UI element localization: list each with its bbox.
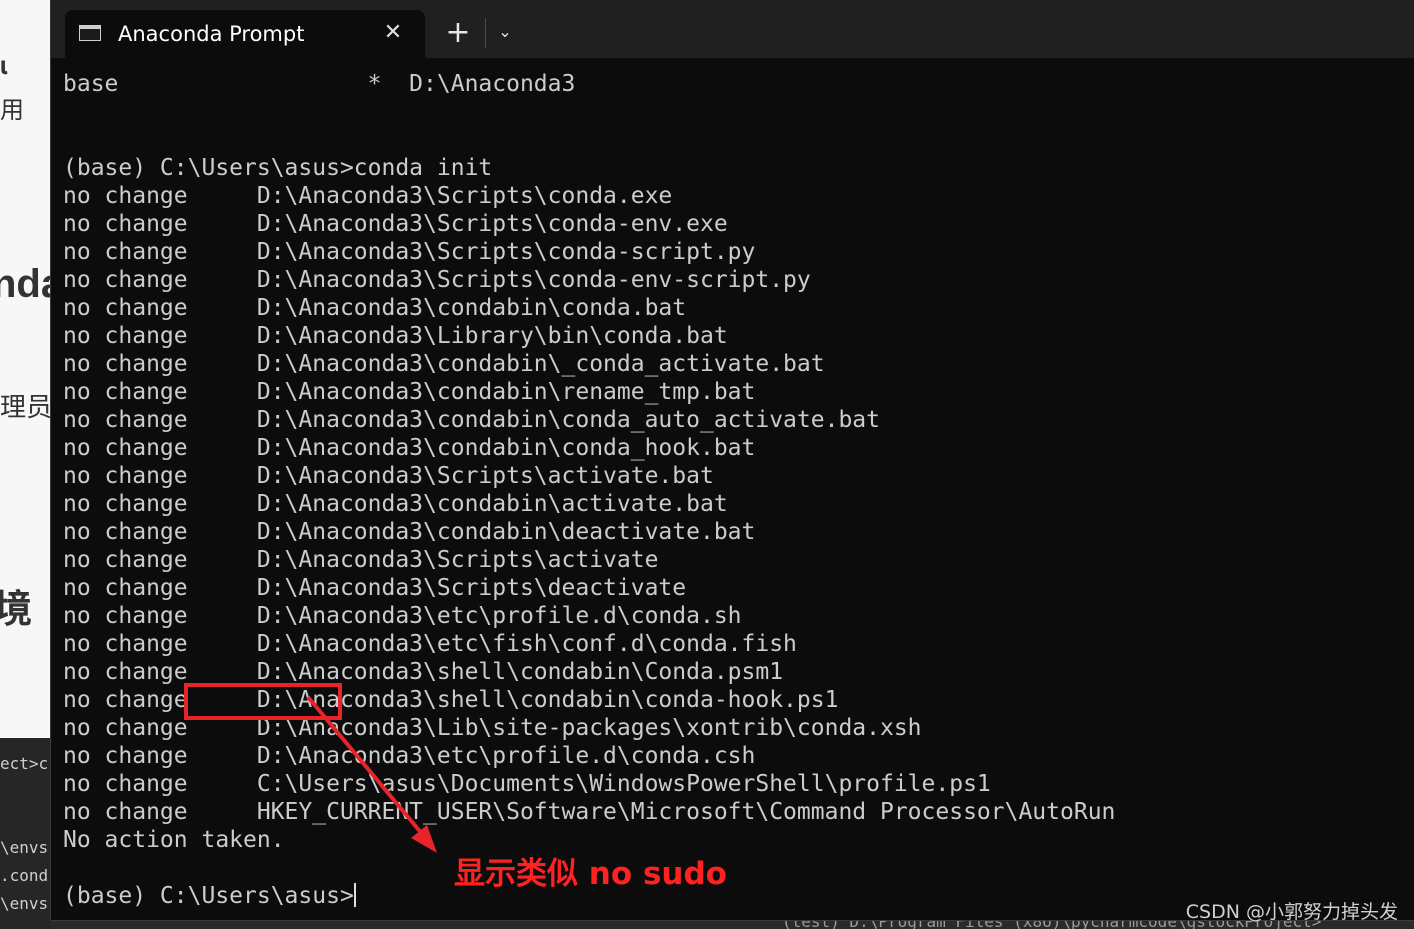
console-line: no change D:\Anaconda3\shell\condabin\Co… [63, 659, 784, 685]
background-text-fragment: ect>c [0, 754, 49, 773]
close-tab-button[interactable]: ✕ [383, 20, 403, 44]
background-text-fragment: \envs [0, 838, 49, 857]
console-line: no change D:\Anaconda3\condabin\conda.ba… [63, 295, 687, 321]
console-line: no change D:\Anaconda3\condabin\conda_ho… [63, 435, 756, 461]
chevron-down-icon[interactable]: ⌄ [493, 18, 517, 48]
background-text-fragment: ɩ [0, 50, 8, 80]
console-line: no change D:\Anaconda3\condabin\activate… [63, 491, 728, 517]
console-output[interactable]: base * D:\Anaconda3 (base) C:\Users\asus>… [63, 70, 1115, 910]
console-line: no change D:\Anaconda3\etc\fish\conf.d\c… [63, 631, 797, 657]
console-line: no change D:\Anaconda3\Scripts\conda-env… [63, 267, 811, 293]
console-line: no change D:\Anaconda3\Scripts\activate.… [63, 463, 714, 489]
console-line: no change D:\Anaconda3\Library\bin\conda… [63, 323, 728, 349]
highlight-box [184, 683, 342, 720]
tab-anaconda-prompt[interactable]: Anaconda Prompt ✕ [65, 10, 425, 58]
tab-title: Anaconda Prompt [118, 22, 305, 46]
console-line: no change D:\Anaconda3\Scripts\conda.exe [63, 183, 673, 209]
console-line: no change D:\Anaconda3\Scripts\conda-scr… [63, 239, 756, 265]
console-line: no change D:\Anaconda3\condabin\_conda_a… [63, 351, 825, 377]
console-line: no change D:\Anaconda3\Scripts\conda-env… [63, 211, 728, 237]
terminal-icon [79, 25, 101, 41]
console-line: no change D:\Anaconda3\condabin\deactiva… [63, 519, 756, 545]
background-text-fragment: 理员 [0, 392, 52, 422]
console-line: no change D:\Anaconda3\condabin\rename_t… [63, 379, 756, 405]
new-tab-button[interactable]: + [441, 18, 475, 48]
text-cursor [353, 883, 356, 907]
background-text-fragment: \envs [0, 894, 49, 913]
annotation-label: 显示类似 no sudo [454, 856, 727, 892]
background-text-fragment: nda [0, 262, 52, 306]
watermark: CSDN @小郭努力掉头发 [1185, 901, 1398, 923]
terminal-window[interactable]: Anaconda Prompt ✕ + ⌄ base * D:\Anaconda… [50, 0, 1414, 921]
background-terminal: ect>c \envs .cond \envs [0, 738, 52, 929]
background-page: ɩ 用 nda 理员 境 ect>c \envs .cond \envs [0, 0, 52, 929]
console-line: base * D:\Anaconda3 [63, 71, 576, 97]
console-line: no change D:\Anaconda3\etc\profile.d\con… [63, 603, 742, 629]
console-prompt: (base) C:\Users\asus> [63, 883, 354, 909]
title-bar[interactable]: Anaconda Prompt ✕ + ⌄ [51, 0, 1414, 58]
tab-separator [485, 18, 486, 48]
background-text-fragment: 用 [0, 97, 24, 124]
console-line: no change HKEY_CURRENT_USER\Software\Mic… [63, 799, 1116, 825]
console-line: no change C:\Users\asus\Documents\Window… [63, 771, 991, 797]
console-line: no change D:\Anaconda3\etc\profile.d\con… [63, 743, 756, 769]
background-text-fragment: 境 [0, 589, 33, 631]
background-text-fragment: .cond [0, 866, 49, 885]
console-line: no change D:\Anaconda3\Scripts\activate [63, 547, 659, 573]
console-line: no change D:\Anaconda3\condabin\conda_au… [63, 407, 880, 433]
console-line: no change D:\Anaconda3\Scripts\deactivat… [63, 575, 687, 601]
console-line: (base) C:\Users\asus>conda init [63, 155, 493, 181]
